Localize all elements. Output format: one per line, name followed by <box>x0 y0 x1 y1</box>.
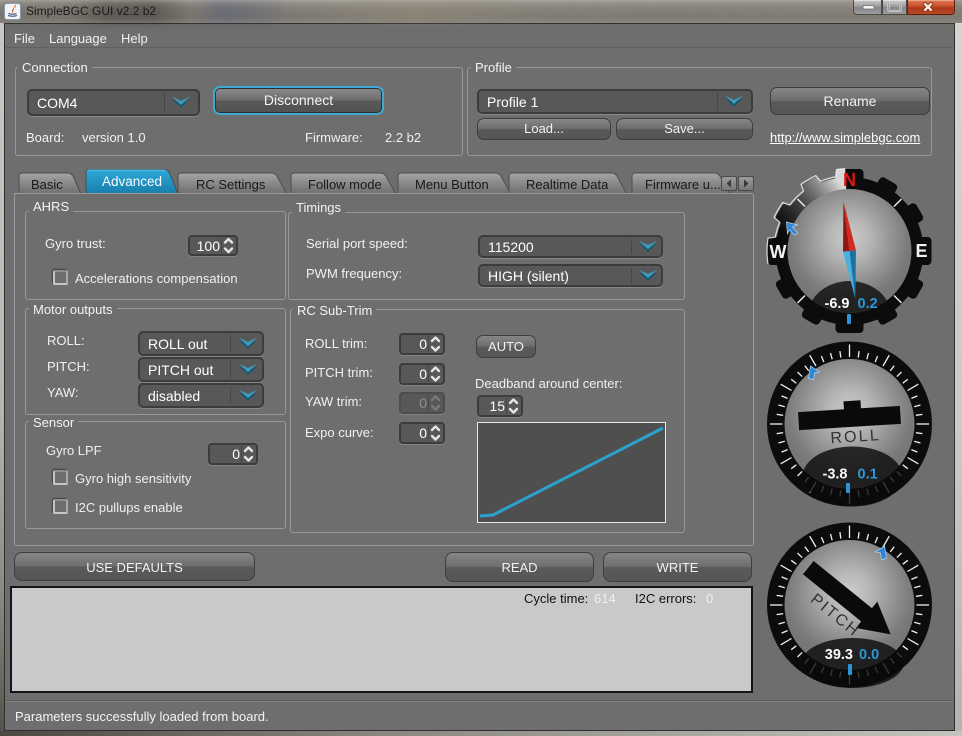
svg-text:RC Settings: RC Settings <box>196 177 266 192</box>
svg-text:N: N <box>843 170 856 190</box>
svg-text:W: W <box>770 242 787 262</box>
svg-text:Realtime Data: Realtime Data <box>526 177 609 192</box>
svg-text:Follow mode: Follow mode <box>308 177 382 192</box>
svg-text:0.2: 0.2 <box>858 296 878 312</box>
svg-text:-3.8: -3.8 <box>823 467 848 483</box>
svg-text:Advanced: Advanced <box>102 174 162 189</box>
svg-text:0.0: 0.0 <box>859 647 879 663</box>
svg-text:Menu Button: Menu Button <box>415 177 489 192</box>
svg-text:-6.9: -6.9 <box>825 296 850 312</box>
svg-text:E: E <box>915 241 927 261</box>
svg-text:Basic: Basic <box>31 177 63 192</box>
svg-text:ROLL: ROLL <box>830 427 882 447</box>
svg-text:Firmware u...: Firmware u... <box>645 177 721 192</box>
svg-text:39.3: 39.3 <box>825 647 853 663</box>
svg-text:0.1: 0.1 <box>858 467 878 483</box>
